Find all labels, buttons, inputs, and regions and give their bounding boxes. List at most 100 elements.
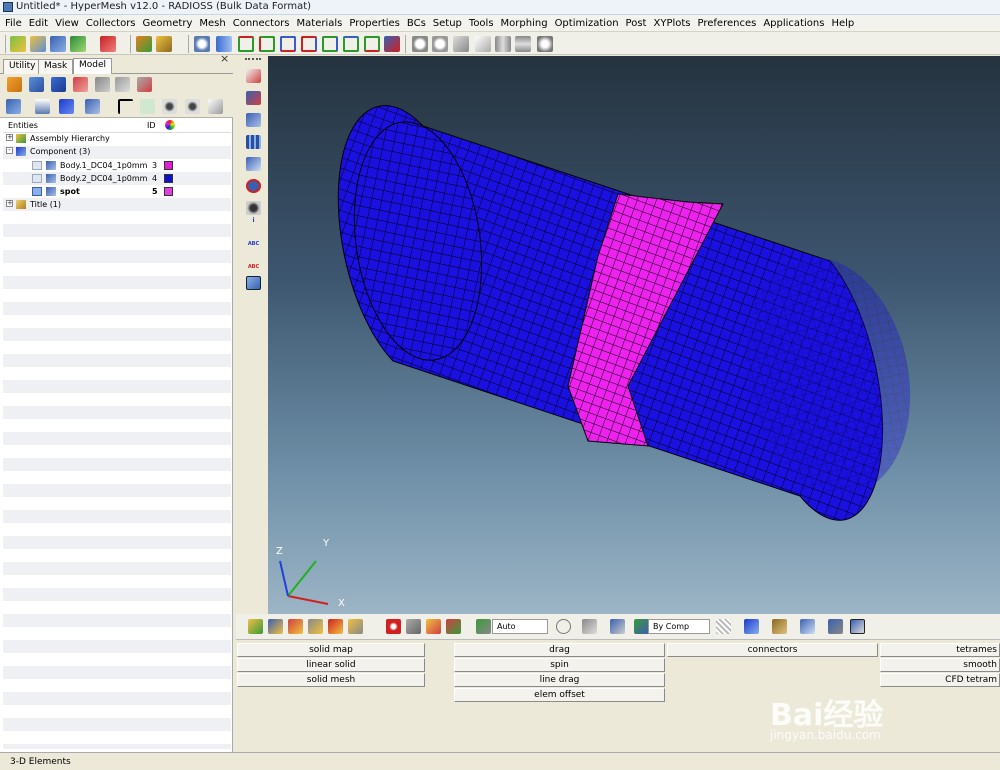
view-left-icon[interactable] — [280, 36, 296, 52]
tab-mask[interactable]: Mask — [38, 59, 74, 74]
expand-icon[interactable]: + — [6, 134, 13, 141]
tetramesh-button[interactable]: tetrames — [880, 643, 1000, 657]
element-mode-icon[interactable] — [800, 619, 815, 634]
spin-icon[interactable] — [537, 36, 553, 52]
visualization-icon[interactable] — [476, 619, 491, 634]
numbers-icon[interactable]: i — [246, 214, 261, 228]
tree-expand-icon[interactable] — [35, 99, 50, 114]
material-view-icon[interactable] — [73, 77, 88, 92]
pan-hand-icon[interactable] — [475, 36, 491, 52]
hidden-folder-icon[interactable] — [156, 36, 172, 52]
color-mode-icon[interactable] — [634, 619, 649, 634]
select-cursor-icon[interactable] — [118, 99, 133, 114]
tab-utility[interactable]: Utility — [3, 59, 42, 74]
tree-row-title[interactable]: + Title (1) — [3, 199, 231, 212]
solid-mesh-button[interactable]: solid mesh — [237, 673, 425, 687]
geometry-visibility-icon[interactable] — [246, 69, 261, 83]
isolate-icon[interactable] — [140, 99, 155, 114]
system-view-icon[interactable] — [137, 77, 152, 92]
view-top-icon[interactable] — [238, 36, 254, 52]
plane-icon[interactable] — [246, 276, 261, 290]
view-iso-icon[interactable] — [364, 36, 380, 52]
menu-morphing[interactable]: Morphing — [501, 18, 548, 29]
drag-button[interactable]: drag — [454, 643, 665, 657]
hide-eye-icon[interactable] — [185, 99, 200, 114]
zoom-window-icon[interactable] — [432, 36, 448, 52]
open-model-icon[interactable] — [30, 36, 46, 52]
menu-setup[interactable]: Setup — [433, 18, 462, 29]
import-solver-deck-icon[interactable] — [7, 77, 22, 92]
display-mode-select[interactable]: Auto — [492, 619, 548, 634]
view-right-icon[interactable] — [301, 36, 317, 52]
shaded-elements-icon[interactable] — [246, 157, 261, 171]
display-all-icon[interactable] — [384, 36, 400, 52]
menu-materials[interactable]: Materials — [297, 18, 343, 29]
tree-row-spot[interactable]: spot 5 — [3, 186, 231, 199]
lasso-icon[interactable] — [556, 619, 571, 634]
id-column-header[interactable]: ID — [147, 121, 156, 130]
model-view[interactable]: X Y Z — [268, 56, 1000, 614]
display-mode-icon[interactable] — [6, 99, 21, 114]
element-display-icon[interactable] — [246, 113, 261, 127]
graphics-viewport[interactable]: X Y Z — [268, 56, 1000, 614]
user-profile-icon[interactable] — [136, 36, 152, 52]
menu-view[interactable]: View — [55, 18, 79, 29]
color-column-icon[interactable] — [165, 120, 175, 130]
entities-column-header[interactable]: Entities — [8, 121, 38, 130]
reverse-display-icon[interactable] — [208, 99, 223, 114]
zoom-icon[interactable] — [194, 36, 210, 52]
element-color-icon[interactable] — [246, 179, 261, 193]
menu-file[interactable]: File — [5, 18, 22, 29]
wireframe-mode-icon[interactable] — [716, 619, 731, 634]
translate-vertical-icon[interactable] — [515, 36, 531, 52]
view-front-icon[interactable] — [322, 36, 338, 52]
menu-preferences[interactable]: Preferences — [698, 18, 757, 29]
component-view-icon[interactable] — [29, 77, 44, 92]
transparency-icon[interactable] — [246, 201, 261, 215]
tree-row-body-1[interactable]: Body.1_DC04_1p0mm 3 — [3, 160, 231, 173]
zoom-fit-icon[interactable] — [412, 36, 428, 52]
component-color-swatch[interactable] — [164, 187, 173, 196]
menu-bcs[interactable]: BCs — [407, 18, 426, 29]
property-view-icon[interactable] — [95, 77, 110, 92]
box-view-icon[interactable] — [610, 619, 625, 634]
menu-geometry[interactable]: Geometry — [143, 18, 193, 29]
material-collector-icon[interactable] — [288, 619, 303, 634]
visibility-icon[interactable] — [32, 174, 42, 183]
show-eye-icon[interactable] — [162, 99, 177, 114]
visibility-icon[interactable] — [32, 161, 42, 170]
clipping-icon[interactable] — [582, 619, 597, 634]
tab-model[interactable]: Model — [73, 58, 113, 75]
loadcol-collector-icon[interactable] — [328, 619, 343, 634]
view-back-icon[interactable] — [343, 36, 359, 52]
tree-row-body-2[interactable]: Body.2_DC04_1p0mm 4 — [3, 173, 231, 186]
menu-help[interactable]: Help — [831, 18, 854, 29]
mesh-visibility-icon[interactable] — [246, 91, 261, 105]
menu-mesh[interactable]: Mesh — [199, 18, 225, 29]
menu-applications[interactable]: Applications — [763, 18, 824, 29]
import-icon[interactable] — [70, 36, 86, 52]
set-collector-icon[interactable] — [348, 619, 363, 634]
arrow-left-icon[interactable] — [216, 36, 232, 52]
shaded-mode-icon[interactable] — [744, 619, 759, 634]
menu-optimization[interactable]: Optimization — [555, 18, 619, 29]
feature-lines-icon[interactable] — [828, 619, 843, 634]
menu-connectors[interactable]: Connectors — [233, 18, 290, 29]
visibility-icon[interactable] — [32, 187, 42, 196]
linear-solid-button[interactable]: linear solid — [237, 658, 425, 672]
menu-edit[interactable]: Edit — [29, 18, 48, 29]
translate-horizontal-icon[interactable] — [495, 36, 511, 52]
tree-row-assembly-hierarchy[interactable]: + Assembly Hierarchy — [3, 133, 231, 146]
save-model-icon[interactable] — [50, 36, 66, 52]
component-color-swatch[interactable] — [164, 174, 173, 183]
menu-post[interactable]: Post — [626, 18, 647, 29]
export-icon[interactable] — [100, 36, 116, 52]
rotate-icon[interactable] — [453, 36, 469, 52]
menu-collectors[interactable]: Collectors — [86, 18, 136, 29]
property-collector-icon[interactable] — [308, 619, 323, 634]
loadcol-view-icon[interactable] — [115, 77, 130, 92]
color-mode-select[interactable]: By Comp — [648, 619, 710, 634]
spin-button[interactable]: spin — [454, 658, 665, 672]
mask-icon[interactable] — [406, 619, 421, 634]
close-panel-icon[interactable]: × — [220, 52, 229, 65]
